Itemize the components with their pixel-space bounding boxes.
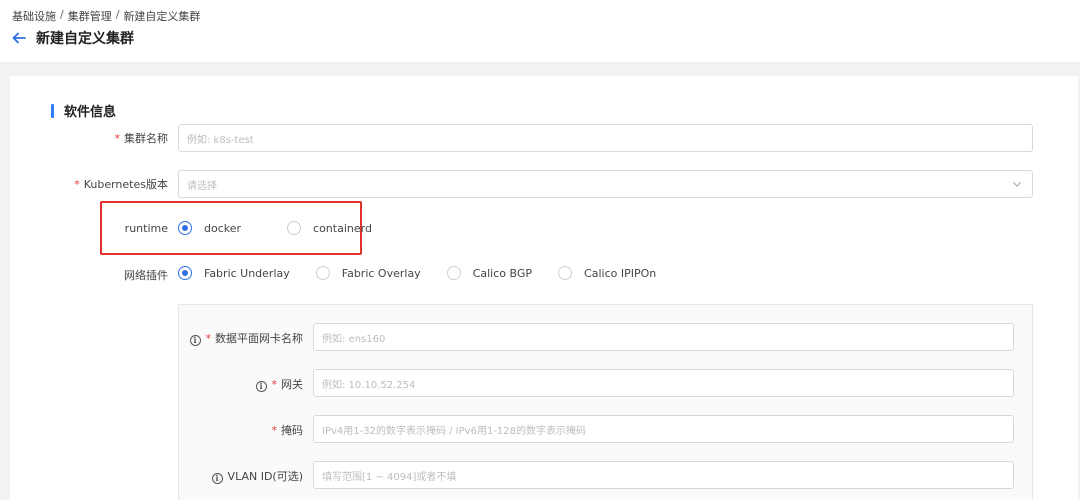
network-plugin-label: 网络插件	[124, 269, 168, 282]
mask-label-text: 掩码	[281, 424, 303, 437]
info-icon[interactable]: i	[211, 473, 223, 484]
network-option-fabric-underlay[interactable]: Fabric Underlay	[178, 266, 290, 280]
header: 基础设施 / 集群管理 / 新建自定义集群 新建自定义集群	[0, 0, 1080, 62]
gateway-label: i * 网关	[255, 376, 303, 392]
vlan-id-placeholder: 填写范围[1 ~ 4094]或者不填	[322, 471, 457, 483]
page-title: 新建自定义集群	[36, 31, 134, 47]
network-option-label: Calico IPIPOn	[584, 266, 657, 280]
vlan-id-label: i VLAN ID(可选)	[211, 468, 303, 484]
network-option-label: Fabric Underlay	[204, 266, 290, 280]
runtime-option-containerd[interactable]: containerd	[287, 221, 372, 235]
cluster-name-placeholder: 例如: k8s-test	[187, 134, 254, 146]
network-option-label: Calico BGP	[472, 266, 533, 280]
runtime-option-label: docker	[204, 221, 242, 235]
runtime-option-label: containerd	[313, 221, 372, 235]
k8s-version-label: * Kubernetes版本	[74, 176, 168, 192]
radio-selected-icon	[178, 266, 192, 280]
runtime-option-docker[interactable]: docker	[178, 221, 241, 235]
gateway-placeholder: 例如: 10.10.52.254	[322, 379, 416, 391]
breadcrumb-item-cluster-management[interactable]: 集群管理	[68, 8, 112, 24]
breadcrumb-separator: /	[60, 8, 64, 21]
nic-name-placeholder: 例如: ens160	[322, 333, 386, 345]
info-icon[interactable]: i	[189, 335, 201, 346]
section-accent-bar	[51, 103, 54, 118]
breadcrumb-item-infrastructure[interactable]: 基础设施	[12, 8, 56, 24]
required-mark: *	[114, 132, 121, 145]
back-arrow-icon[interactable]	[12, 31, 26, 45]
info-icon[interactable]: i	[255, 381, 267, 392]
cluster-name-label-text: 集群名称	[124, 132, 168, 145]
radio-unselected-icon	[446, 266, 461, 280]
radio-unselected-icon	[558, 266, 573, 280]
required-mark: *	[271, 424, 278, 437]
network-option-fabric-overlay[interactable]: Fabric Overlay	[315, 266, 421, 280]
mask-placeholder: IPv4用1-32的数字表示掩码 / IPv6用1-128的数字表示掩码	[322, 425, 586, 437]
mask-label: * 掩码	[272, 422, 304, 438]
k8s-version-select[interactable]: 请选择	[178, 170, 1033, 198]
nic-name-label: i * 数据平面网卡名称	[189, 330, 303, 346]
breadcrumb: 基础设施 / 集群管理 / 新建自定义集群	[12, 8, 200, 24]
nic-name-input[interactable]: 例如: ens160	[313, 323, 1014, 351]
cluster-name-input[interactable]: 例如: k8s-test	[178, 124, 1033, 152]
nic-name-label-text: 数据平面网卡名称	[215, 332, 303, 345]
runtime-radio-group: docker containerd	[178, 221, 398, 235]
k8s-version-placeholder: 请选择	[187, 180, 217, 192]
runtime-label: runtime	[124, 222, 168, 235]
cluster-name-label: * 集群名称	[115, 130, 169, 146]
required-mark: *	[205, 332, 212, 345]
section-title: 软件信息	[64, 105, 117, 120]
chevron-down-icon	[1013, 182, 1021, 187]
breadcrumb-separator: /	[115, 8, 120, 21]
section-header: 软件信息	[51, 101, 116, 120]
network-option-calico-bgp[interactable]: Calico BGP	[446, 266, 533, 280]
radio-unselected-icon	[287, 221, 302, 235]
k8s-version-label-text: Kubernetes版本	[83, 178, 168, 191]
required-mark: *	[74, 178, 80, 191]
radio-unselected-icon	[315, 266, 330, 280]
breadcrumb-item-current: 新建自定义集群	[123, 10, 201, 23]
radio-selected-icon	[178, 221, 192, 235]
mask-input[interactable]: IPv4用1-32的数字表示掩码 / IPv6用1-128的数字表示掩码	[313, 415, 1014, 443]
network-option-label: Fabric Overlay	[341, 266, 421, 280]
gateway-input[interactable]: 例如: 10.10.52.254	[313, 369, 1014, 397]
network-plugin-radio-group: Fabric Underlay Fabric Overlay Calico BG…	[178, 266, 682, 280]
network-option-calico-ipipon[interactable]: Calico IPIPOn	[558, 266, 656, 280]
title-row: 新建自定义集群	[12, 28, 134, 48]
required-mark: *	[271, 378, 278, 391]
vlan-id-label-text: VLAN ID(可选)	[227, 470, 303, 483]
vlan-id-input[interactable]: 填写范围[1 ~ 4094]或者不填	[313, 461, 1014, 489]
gateway-label-text: 网关	[281, 378, 303, 391]
